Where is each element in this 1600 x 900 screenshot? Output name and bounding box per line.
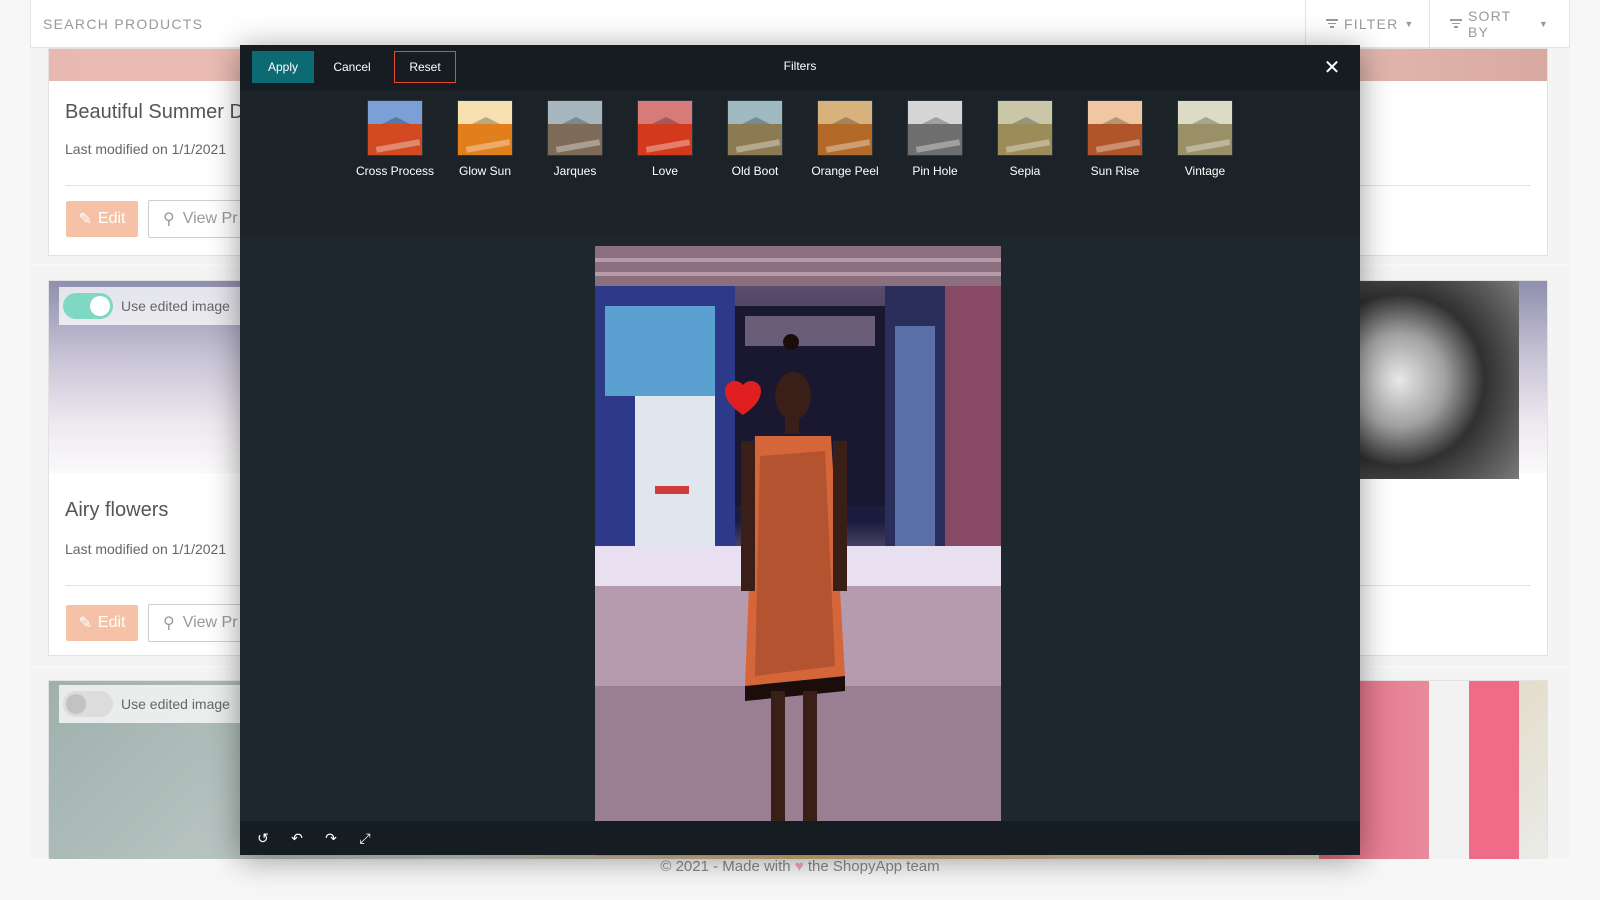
filter-preset-vintage[interactable]: Vintage xyxy=(1177,100,1233,236)
apply-button[interactable]: Apply xyxy=(252,51,314,83)
filter-thumbnail[interactable] xyxy=(817,100,873,156)
reset-button[interactable]: Reset xyxy=(394,51,456,83)
link-icon: ⚲ xyxy=(163,615,175,632)
sort-label: SORT BY xyxy=(1468,7,1512,40)
filter-preset-old-boot[interactable]: Old Boot xyxy=(727,100,783,236)
filter-button[interactable]: FILTER ▼ xyxy=(1305,0,1429,47)
edit-icon: ✎ xyxy=(78,615,92,632)
filter-preset-jarques[interactable]: Jarques xyxy=(547,100,603,236)
footer-suffix: the ShopyApp team xyxy=(807,858,940,875)
filter-thumbnail[interactable] xyxy=(727,100,783,156)
filter-label: Love xyxy=(651,164,679,178)
filter-thumbnail[interactable] xyxy=(637,100,693,156)
edit-label: Edit xyxy=(97,614,126,631)
edit-button[interactable]: ✎ Edit xyxy=(66,605,138,641)
use-edited-image-toggle[interactable]: Use edited image xyxy=(59,685,240,723)
edit-button[interactable]: ✎ Edit xyxy=(66,201,138,237)
filter-thumbnail[interactable] xyxy=(1087,100,1143,156)
sort-by-button[interactable]: SORT BY ▼ xyxy=(1429,0,1569,47)
caret-down-icon: ▼ xyxy=(1404,18,1415,29)
filter-preset-sun-rise[interactable]: Sun Rise xyxy=(1087,100,1143,236)
filter-preset-sepia[interactable]: Sepia xyxy=(997,100,1053,236)
footer: © 2021 - Made with ♥ the ShopyApp team xyxy=(0,858,1600,875)
filter-thumbnail[interactable] xyxy=(907,100,963,156)
filter-thumbnail[interactable] xyxy=(457,100,513,156)
filter-thumbnail[interactable] xyxy=(1177,100,1233,156)
filter-label: Vintage xyxy=(1184,164,1226,178)
filter-label: Old Boot xyxy=(731,164,779,178)
photo-illustration xyxy=(595,246,1001,856)
edit-icon: ✎ xyxy=(78,211,92,228)
search-input[interactable]: SEARCH PRODUCTS xyxy=(31,16,1305,32)
filter-thumbnail[interactable] xyxy=(997,100,1053,156)
filter-icon xyxy=(1326,17,1338,30)
editor-toolbar: ↺ ↶ ↷ ⤢ xyxy=(240,821,1360,855)
footer-prefix: © 2021 - Made with xyxy=(660,858,791,875)
caret-down-icon: ▼ xyxy=(1538,18,1549,29)
use-edited-image-toggle[interactable]: Use edited image xyxy=(59,287,240,325)
product-title: Airy flowers xyxy=(65,499,169,521)
view-label: View Pr xyxy=(182,614,238,631)
product-modified-date: Last modified on 1/1/2021 xyxy=(65,141,227,157)
filter-preset-love[interactable]: Love xyxy=(637,100,693,236)
filter-thumbnail[interactable] xyxy=(367,100,423,156)
top-bar: SEARCH PRODUCTS FILTER ▼ SORT BY ▼ xyxy=(30,0,1570,48)
filter-label: FILTER xyxy=(1344,15,1399,32)
link-icon: ⚲ xyxy=(163,211,175,228)
filter-presets: Cross Process Glow Sun Jarques Love Old Boot… xyxy=(240,90,1360,236)
product-modified-date: Last modified on 1/1/2021 xyxy=(65,541,227,557)
edit-label: Edit xyxy=(97,210,126,227)
toggle-switch[interactable] xyxy=(63,691,113,717)
sort-icon xyxy=(1450,17,1462,30)
filter-label: Glow Sun xyxy=(458,164,512,178)
edited-photo[interactable] xyxy=(595,246,1001,856)
filter-label: Orange Peel xyxy=(811,164,879,178)
cancel-button[interactable]: Cancel xyxy=(320,51,384,83)
filter-label: Cross Process xyxy=(355,164,435,178)
filter-label: Jarques xyxy=(553,164,597,178)
filter-preset-pin-hole[interactable]: Pin Hole xyxy=(907,100,963,236)
toggle-label: Use edited image xyxy=(121,696,230,712)
image-editor-modal: Apply Cancel Reset Filters ✕ Cross Proce… xyxy=(240,45,1360,856)
filter-label: Sun Rise xyxy=(1090,164,1140,178)
filter-preset-glow-sun[interactable]: Glow Sun xyxy=(457,100,513,236)
history-icon[interactable]: ↺ xyxy=(246,821,280,855)
filter-label: Sepia xyxy=(1009,164,1041,178)
toggle-switch[interactable] xyxy=(63,293,113,319)
toggle-label: Use edited image xyxy=(121,298,230,314)
view-label: View Pr xyxy=(182,210,238,227)
fullscreen-icon[interactable]: ⤢ xyxy=(348,821,382,855)
redo-icon[interactable]: ↷ xyxy=(314,821,348,855)
filter-preset-cross-process[interactable]: Cross Process xyxy=(356,100,434,236)
editor-header: Apply Cancel Reset Filters ✕ xyxy=(240,45,1360,90)
filter-label: Pin Hole xyxy=(912,164,958,178)
close-icon[interactable]: ✕ xyxy=(1320,55,1344,79)
filter-preset-orange-peel[interactable]: Orange Peel xyxy=(811,100,879,236)
editor-canvas[interactable] xyxy=(240,236,1360,856)
heart-icon: ♥ xyxy=(794,858,804,875)
filter-thumbnail[interactable] xyxy=(547,100,603,156)
product-title: Beautiful Summer D xyxy=(65,101,244,123)
undo-icon[interactable]: ↶ xyxy=(280,821,314,855)
